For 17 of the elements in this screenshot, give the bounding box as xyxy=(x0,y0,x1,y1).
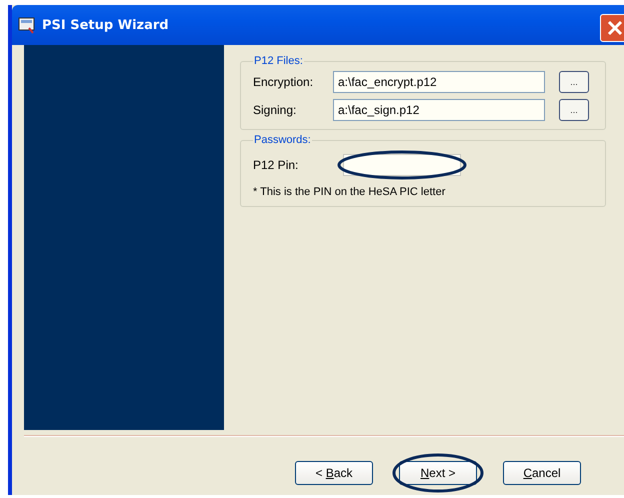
browse-button[interactable]: ... xyxy=(559,71,589,93)
pin-note: * This is the PIN on the HeSA PIC letter xyxy=(253,186,446,198)
close-button[interactable] xyxy=(600,14,624,42)
browse-button[interactable]: ... xyxy=(559,99,589,121)
file-path-field[interactable]: a:\fac_sign.p12 xyxy=(333,99,545,121)
wizard-icon xyxy=(18,16,36,34)
field-label: Signing: xyxy=(253,103,298,117)
group-legend: P12 Files: xyxy=(253,55,304,67)
wizard-button[interactable]: < Back xyxy=(295,461,373,485)
group-legend: Passwords: xyxy=(253,134,312,146)
field-label: Encryption: xyxy=(253,75,314,89)
wizard-button[interactable]: Next > xyxy=(399,461,477,485)
close-icon xyxy=(607,20,623,36)
file-path-field[interactable]: a:\fac_encrypt.p12 xyxy=(333,71,545,93)
field-label: P12 Pin: xyxy=(253,158,300,172)
window-title: PSI Setup Wizard xyxy=(42,18,169,32)
wizard-button[interactable]: Cancel xyxy=(503,461,581,485)
